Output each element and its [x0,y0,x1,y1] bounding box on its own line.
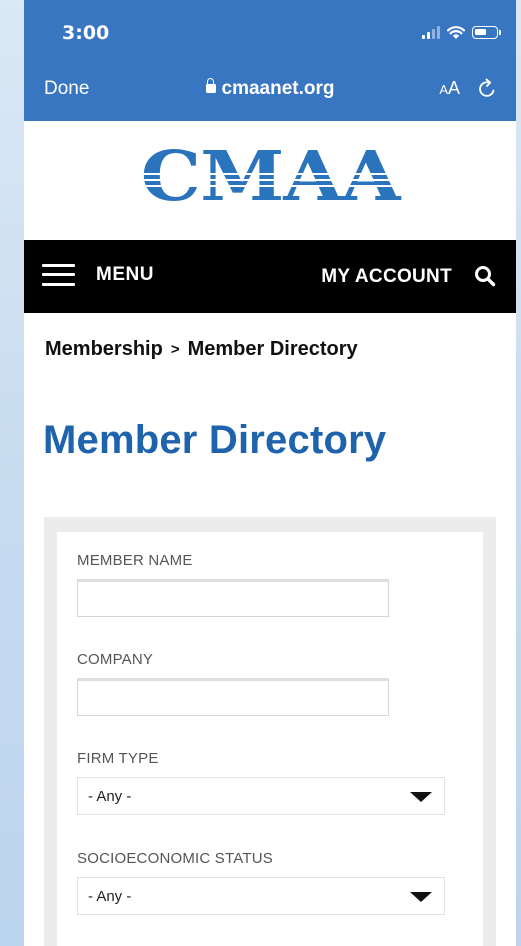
search-form: MEMBER NAME COMPANY FIRM TYPE - Any - SO… [44,517,496,946]
breadcrumb: Membership > Member Directory [45,338,358,361]
member-name-input[interactable] [77,579,389,617]
menu-label: MENU [96,264,154,285]
firm-type-value: - Any - [88,788,132,805]
breadcrumb-separator: > [170,341,180,358]
breadcrumb-membership[interactable]: Membership [45,338,163,360]
phone-screen: 3:00 Done cmaanet.org AA CMAA MENU MY AC… [24,0,516,946]
search-form-panel: MEMBER NAME COMPANY FIRM TYPE - Any - SO… [57,532,483,946]
my-account-link[interactable]: MY ACCOUNT [321,266,452,288]
site-logo[interactable]: CMAA [24,139,516,215]
site-header: CMAA [24,121,516,240]
chevron-down-icon [410,892,432,902]
menu-button[interactable]: MENU [42,264,154,286]
socioeconomic-status-value: - Any - [88,888,132,905]
wifi-icon [446,26,466,39]
browser-chrome: 3:00 Done cmaanet.org AA [24,0,516,121]
battery-icon [472,25,501,39]
socioeconomic-status-select[interactable]: - Any - [77,877,445,915]
socioeconomic-status-label: SOCIOECONOMIC STATUS [77,850,273,867]
url-text: cmaanet.org [221,78,335,99]
member-name-label: MEMBER NAME [77,552,193,569]
status-icons [422,24,501,40]
status-time: 3:00 [62,22,110,44]
firm-type-label: FIRM TYPE [77,750,159,767]
breadcrumb-current: Member Directory [187,338,358,360]
text-size-small: A [439,82,448,97]
reload-icon[interactable] [476,78,498,100]
main-nav: MENU MY ACCOUNT [24,240,516,313]
text-size-big: A [447,78,460,98]
company-label: COMPANY [77,651,154,668]
text-size-button[interactable]: AA [439,78,460,99]
page-title: Member Directory [43,418,387,462]
lock-icon [205,78,216,93]
company-input[interactable] [77,678,389,716]
search-icon[interactable] [474,265,496,287]
firm-type-select[interactable]: - Any - [77,777,445,815]
signal-icon [422,25,440,39]
chevron-down-icon [410,792,432,802]
hamburger-icon [42,264,75,286]
